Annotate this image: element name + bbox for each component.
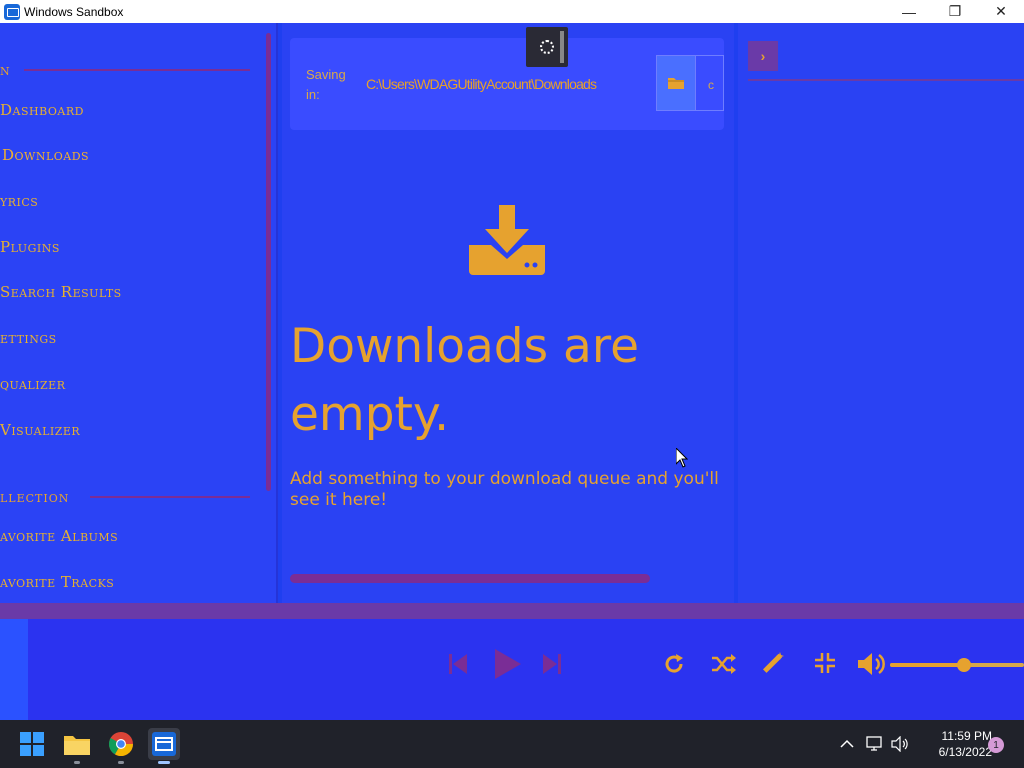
clock-time: 11:59 PM [941, 729, 992, 743]
sidebar-item-search-results[interactable]: Search Results [0, 283, 122, 301]
windows-logo-icon [20, 732, 44, 756]
magic-wand-button[interactable] [762, 650, 788, 676]
volume-slider-fill [890, 663, 964, 667]
windows-sandbox-indicator [158, 761, 170, 764]
restore-button[interactable]: ❐ [932, 0, 978, 23]
loading-indicator-bar [560, 31, 564, 63]
close-button[interactable]: ✕ [978, 0, 1024, 23]
previous-button[interactable] [448, 652, 468, 676]
open-folder-button[interactable] [656, 55, 696, 111]
chrome-indicator [118, 761, 124, 764]
right-panel: › [738, 23, 1024, 603]
empty-state-subtitle: Add something to your download queue and… [290, 469, 719, 510]
network-icon [866, 736, 882, 751]
repeat-icon [665, 654, 683, 673]
downloads-panel: Saving in: C:\Users\WDAGUtilityAccount\D… [282, 23, 734, 603]
sidebar-item-settings[interactable]: ettings [0, 329, 57, 347]
shuffle-button[interactable] [712, 652, 736, 676]
play-button[interactable] [492, 649, 522, 679]
network-button[interactable] [866, 720, 886, 768]
sidebar-collection-heading: llection [0, 487, 70, 506]
chrome-icon [109, 732, 133, 756]
notification-badge[interactable]: 1 [988, 737, 1004, 753]
next-button[interactable] [542, 652, 562, 676]
repeat-button[interactable] [662, 652, 686, 676]
skip-previous-icon [449, 654, 467, 674]
sidebar-item-equalizer[interactable]: qualizer [0, 375, 66, 393]
sidebar-item-lyrics[interactable]: yrics [0, 192, 38, 210]
folder-icon [668, 78, 684, 89]
folder-icon [64, 736, 90, 755]
sidebar: n Dashboard Downloads yrics Plugins Sear… [0, 23, 278, 603]
volume-tray-button[interactable] [891, 720, 911, 768]
sidebar-heading-divider [24, 69, 250, 71]
save-location-bar: Saving in: C:\Users\WDAGUtilityAccount\D… [290, 38, 724, 130]
file-explorer-button[interactable] [61, 728, 93, 764]
compress-icon [815, 653, 835, 673]
skip-next-icon [543, 654, 561, 674]
sidebar-section-heading: n [0, 60, 11, 79]
download-path: C:\Users\WDAGUtilityAccount\Downloads [366, 76, 597, 92]
window-title: Windows Sandbox [24, 4, 124, 19]
sidebar-scrollbar[interactable] [266, 33, 271, 491]
play-icon [495, 649, 521, 679]
chevron-up-icon [840, 739, 854, 748]
sidebar-item-visualizer[interactable]: Visualizer [0, 421, 80, 439]
change-folder-button[interactable]: c [696, 55, 724, 111]
minimize-player-button[interactable] [814, 652, 836, 674]
volume-icon [858, 653, 885, 675]
taskbar-clock[interactable]: 11:59 PM 6/13/2022 [912, 728, 992, 760]
volume-slider-handle[interactable] [956, 658, 971, 672]
speaker-icon [891, 736, 908, 752]
change-folder-label: c [708, 78, 714, 92]
spinner-icon [540, 40, 554, 54]
sidebar-item-favorite-tracks[interactable]: avorite Tracks [0, 573, 114, 591]
downloads-horizontal-scrollbar[interactable] [290, 574, 650, 583]
mouse-cursor-icon [676, 448, 688, 468]
saving-in-label: Saving in: [306, 67, 346, 102]
download-icon [469, 205, 545, 275]
sidebar-collection-divider [90, 496, 250, 498]
file-explorer-indicator [74, 761, 80, 764]
magic-wand-icon [763, 652, 784, 673]
start-button[interactable] [16, 728, 48, 760]
player-separator [0, 603, 1024, 619]
app-window: n Dashboard Downloads yrics Plugins Sear… [0, 23, 1024, 720]
player-cover-area [0, 619, 28, 720]
show-hidden-icons-button[interactable] [840, 720, 856, 768]
sidebar-item-downloads[interactable]: Downloads [2, 146, 89, 164]
minimize-button[interactable]: — [886, 0, 932, 23]
taskbar: 11:59 PM 6/13/2022 [0, 720, 1024, 768]
shuffle-icon [712, 654, 736, 674]
player-bar [0, 619, 1024, 720]
window-titlebar: Windows Sandbox — ❐ ✕ [0, 0, 1024, 23]
windows-sandbox-icon [4, 3, 20, 20]
windows-sandbox-icon [152, 732, 176, 756]
clock-date: 6/13/2022 [938, 745, 992, 759]
sidebar-item-plugins[interactable]: Plugins [0, 238, 60, 256]
volume-button[interactable] [858, 651, 886, 677]
right-panel-divider [748, 79, 1024, 81]
chrome-button[interactable] [105, 728, 137, 764]
windows-sandbox-taskbar-button[interactable] [148, 728, 180, 764]
empty-state-title: Downloads are empty. [290, 319, 640, 442]
sidebar-item-dashboard[interactable]: Dashboard [0, 101, 84, 119]
right-panel-toggle-button[interactable]: › [748, 41, 778, 71]
sidebar-item-favorite-albums[interactable]: avorite Albums [0, 527, 118, 545]
